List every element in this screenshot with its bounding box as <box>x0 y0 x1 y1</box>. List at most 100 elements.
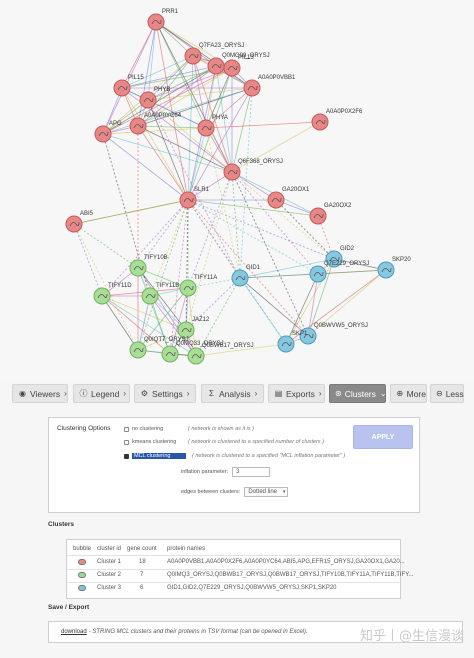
node-bubble[interactable] <box>179 279 197 297</box>
edge <box>205 121 321 129</box>
network-node[interactable]: APG <box>94 121 122 143</box>
node-bubble[interactable] <box>277 335 295 353</box>
edge <box>137 125 233 173</box>
cluster-bubble-icon <box>78 572 86 578</box>
clustering-options-panel: Clustering Options no clustering ( netwo… <box>48 417 420 513</box>
node-bubble[interactable] <box>207 57 225 75</box>
node-bubble[interactable] <box>147 13 165 31</box>
node-label: SKP20 <box>392 257 411 263</box>
more-button[interactable]: ⊕ More <box>390 384 427 403</box>
node-bubble[interactable] <box>129 117 147 135</box>
network-node[interactable]: JAZ12 <box>177 317 210 339</box>
chevron-down-icon: ⌄ <box>379 389 387 398</box>
exports-button[interactable]: ▤ Exports › <box>268 384 325 403</box>
node-bubble[interactable] <box>267 191 285 209</box>
watermark: 知乎 @生信漫谈 <box>359 628 464 644</box>
network-node[interactable]: PIL15 <box>113 75 144 97</box>
save-export-heading: Save / Export <box>48 604 90 611</box>
edge <box>239 87 253 279</box>
node-label: TIFY11A <box>194 275 217 281</box>
node-bubble[interactable] <box>223 163 241 181</box>
no-clustering-option[interactable]: no clustering ( network is shown as it i… <box>124 424 254 434</box>
edge <box>73 223 103 297</box>
settings-button[interactable]: ⚙ Settings › <box>134 384 196 403</box>
edges-select[interactable]: Dotted line ▾ <box>244 487 289 497</box>
clusters-button[interactable]: ⊛ Clusters ⌄ <box>329 384 387 403</box>
analysis-button[interactable]: Σ Analysis › <box>201 384 264 403</box>
node-bubble[interactable] <box>309 265 327 283</box>
clusters-heading: Clusters <box>48 521 75 528</box>
node-label: PIL13 <box>238 55 254 61</box>
node-label: ABI5 <box>80 211 94 217</box>
network-node[interactable]: ABI5 <box>65 211 94 233</box>
node-label: GID2 <box>340 246 355 252</box>
radio-kmeans[interactable] <box>124 439 129 445</box>
inflation-input[interactable]: 3 <box>232 467 271 477</box>
radio-no-clustering[interactable] <box>124 426 129 432</box>
kmeans-clustering-option[interactable]: kmeans clustering ( network is clustered… <box>124 437 324 447</box>
apply-button[interactable]: APPLY <box>353 425 413 449</box>
node-bubble[interactable] <box>93 287 111 305</box>
node-bubble[interactable] <box>113 79 131 97</box>
sigma-icon: Σ <box>209 389 214 398</box>
node-label: GA20OX2 <box>324 203 352 209</box>
node-bubble[interactable] <box>141 287 159 305</box>
node-bubble[interactable] <box>65 215 83 233</box>
node-bubble[interactable] <box>139 91 157 109</box>
node-bubble[interactable] <box>129 341 147 359</box>
inflation-parameter-row: inflation parameter: 3 <box>181 467 271 477</box>
node-bubble[interactable] <box>197 119 215 137</box>
download-link[interactable]: download <box>61 629 87 635</box>
node-bubble[interactable] <box>129 259 147 277</box>
network-node[interactable]: A0A0P0X2F6 <box>311 109 363 131</box>
node-label: PHYA <box>212 115 228 121</box>
radio-mcl[interactable] <box>124 453 129 459</box>
node-bubble[interactable] <box>223 59 241 77</box>
network-node[interactable]: Q6F368_ORYSJ <box>223 159 283 181</box>
node-label: A0A0P0YC64 <box>144 113 182 119</box>
node-bubble[interactable] <box>309 207 327 225</box>
node-label: Q7FA23_ORYSJ <box>199 43 244 49</box>
network-node[interactable]: GA20OX2 <box>309 203 352 225</box>
node-bubble[interactable] <box>184 47 202 65</box>
network-node[interactable]: TIFY10B <box>129 255 168 277</box>
node-bubble[interactable] <box>179 191 197 209</box>
node-label: A0A0P0X2F6 <box>326 109 363 115</box>
node-label: Q7E229_ORYSJ <box>324 261 369 267</box>
viewers-button[interactable]: ◉ Viewers › <box>12 384 68 403</box>
network-node[interactable]: TIFY11A <box>179 275 217 297</box>
download-description: - STRING MCL clusters and their proteins… <box>88 629 308 635</box>
legend-button[interactable]: ⓘ Legend › <box>73 384 130 403</box>
node-bubble[interactable] <box>187 347 205 365</box>
node-label: SLR1 <box>194 187 210 193</box>
node-label: JAZ12 <box>192 317 210 323</box>
network-graph[interactable]: PRR1Q7FA23_ORYSJQ0MG09_ORYSJPIL13A0A0P0V… <box>0 0 474 378</box>
node-bubble[interactable] <box>311 113 329 131</box>
node-bubble[interactable] <box>161 345 179 363</box>
cluster-bubble-icon <box>78 585 86 591</box>
node-bubble[interactable] <box>377 261 395 279</box>
node-bubble[interactable] <box>231 269 249 287</box>
node-bubble[interactable] <box>94 125 112 143</box>
network-node[interactable]: PHYA <box>197 115 228 137</box>
toolbar: ◉ Viewers › ⓘ Legend › ⚙ Settings › Σ An… <box>12 384 464 404</box>
less-button[interactable]: ⊖ Less <box>430 384 464 403</box>
table-icon: ▤ <box>274 389 283 398</box>
chevron-right-icon: › <box>186 389 190 398</box>
network-node[interactable]: GID1 <box>231 265 261 287</box>
network-node[interactable]: SKP20 <box>377 257 411 279</box>
chevron-right-icon: › <box>318 389 322 398</box>
node-bubble[interactable] <box>177 321 195 339</box>
plus-circle-icon: ⊕ <box>396 389 404 398</box>
chevron-right-icon: › <box>254 389 258 398</box>
mcl-clustering-option[interactable]: MCL clustering ( network is clustered to… <box>124 451 345 461</box>
edge <box>101 295 139 351</box>
chevron-right-icon: › <box>123 389 127 398</box>
info-icon: ⓘ <box>79 389 88 398</box>
node-label: Q0BWB17_ORYSJ <box>202 343 254 349</box>
node-bubble[interactable] <box>243 79 261 97</box>
edge <box>192 55 207 129</box>
edge <box>73 223 139 269</box>
network-node[interactable]: A0A0P0VBB1 <box>243 75 296 97</box>
chevron-right-icon: › <box>64 389 67 398</box>
